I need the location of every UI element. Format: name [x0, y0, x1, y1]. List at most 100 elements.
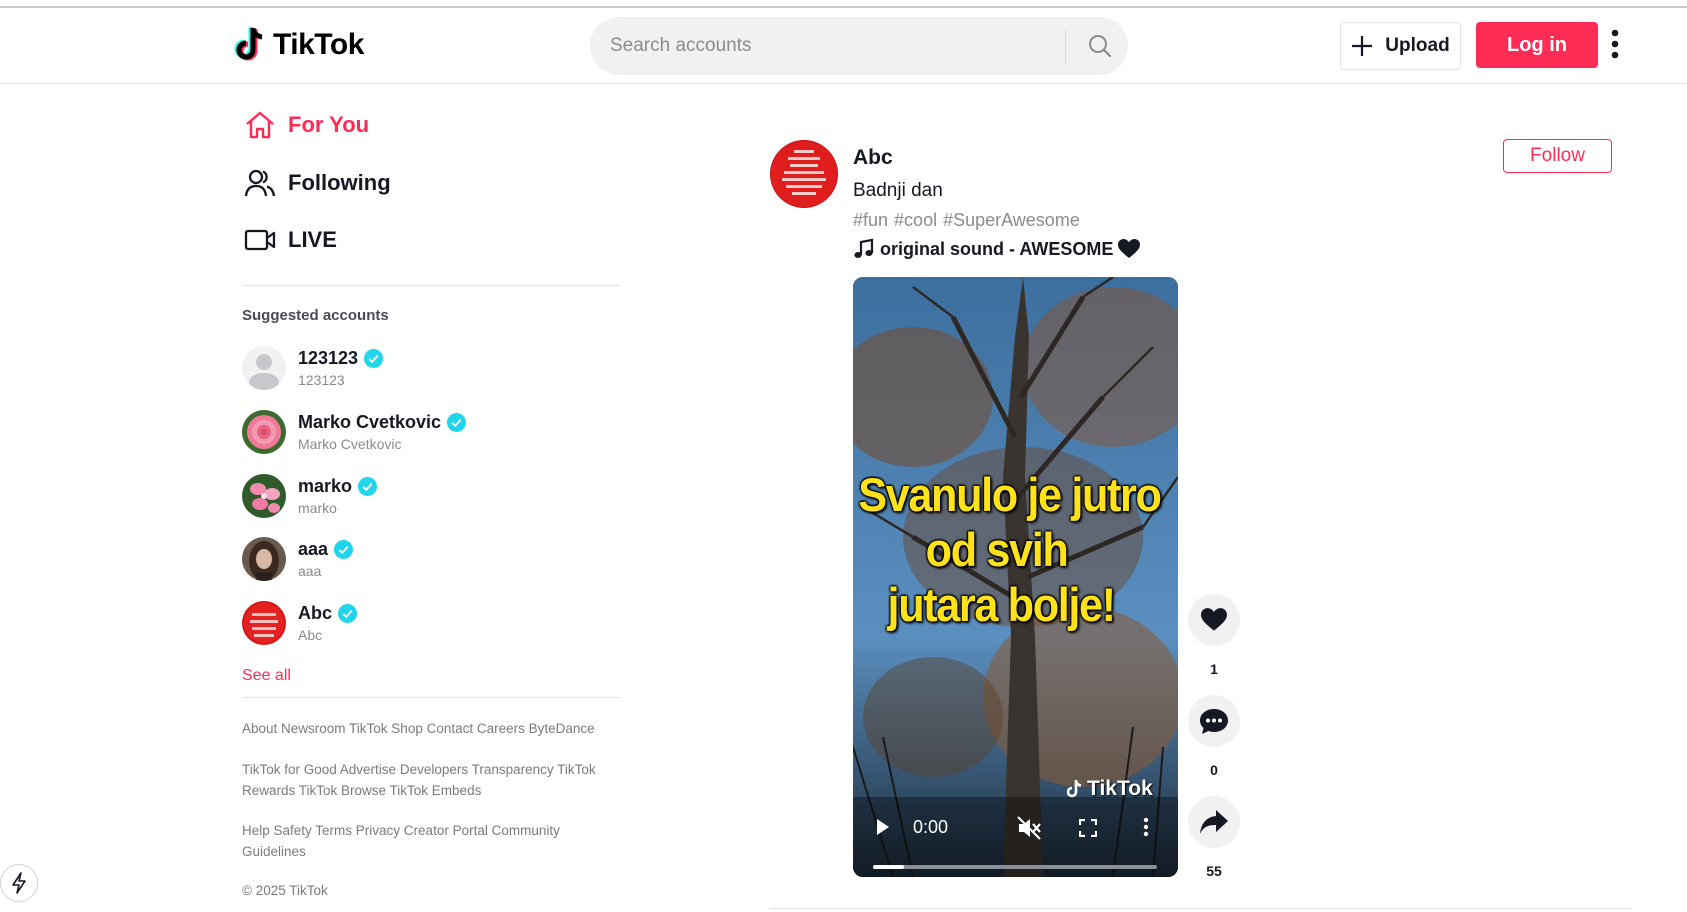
- nav-for-you-label: For You: [288, 112, 370, 137]
- search-button[interactable]: [1072, 17, 1128, 75]
- logo-text: TikTok: [273, 28, 364, 61]
- login-button[interactable]: Log in: [1476, 22, 1598, 68]
- video-time: 0:00: [913, 817, 949, 837]
- video-menu-button[interactable]: [1143, 817, 1149, 842]
- account-name: marko: [298, 475, 353, 496]
- verified-badge-icon: [364, 348, 384, 368]
- copyright: © 2025 TikTok: [242, 883, 328, 898]
- hashtag-link[interactable]: #fun: [853, 210, 888, 231]
- like-action: 1: [1188, 594, 1240, 677]
- music-note-icon: [854, 238, 874, 258]
- like-count: 1: [1210, 661, 1218, 677]
- hashtag-link[interactable]: #cool: [894, 210, 937, 231]
- account-handle: 123123: [298, 372, 345, 388]
- nav-live[interactable]: LIVE: [244, 227, 337, 253]
- verified-badge-icon: [334, 539, 354, 559]
- sound-name: original sound - AWESOME: [880, 238, 1114, 259]
- comment-button[interactable]: [1188, 695, 1240, 747]
- live-video-icon: [244, 229, 276, 251]
- tiktok-note-icon: [1067, 780, 1082, 798]
- lightning-icon: [12, 872, 26, 894]
- account-name: 123123: [298, 347, 359, 368]
- play-icon: [877, 819, 889, 835]
- overlay-line: jutara bolje!: [887, 578, 1117, 631]
- overlay-line: Svanulo je jutro: [858, 468, 1162, 521]
- vertical-dots-icon: [1143, 817, 1149, 837]
- avatar: [242, 346, 286, 390]
- top-header: TikTok Upload Log in: [0, 8, 1687, 84]
- nav-following-label: Following: [288, 170, 391, 195]
- more-options-button[interactable]: [1605, 26, 1625, 62]
- nav-following[interactable]: Following: [244, 168, 391, 198]
- account-name: Marko Cvetkovic: [298, 411, 442, 432]
- plus-icon: [1352, 36, 1373, 56]
- video-progress-bar[interactable]: [873, 865, 1157, 869]
- upload-button[interactable]: Upload: [1340, 22, 1461, 70]
- upload-label: Upload: [1385, 35, 1450, 56]
- footer-links-terms[interactable]: Help Safety Terms Privacy Creator Portal…: [242, 820, 602, 862]
- tiktok-logo[interactable]: TikTok: [233, 25, 364, 65]
- mute-button[interactable]: [1016, 815, 1042, 846]
- post-author-name[interactable]: Abc: [853, 146, 893, 170]
- comment-bubble-icon: [1200, 709, 1228, 734]
- suggested-account-marko-cvetkovic[interactable]: Marko Cvetkovic Marko Cvetkovic: [242, 410, 467, 454]
- video-overlay-text: Svanulo je jutro od svih jutara bolje!: [853, 467, 1166, 632]
- tiktok-note-icon: [234, 27, 263, 61]
- post-caption: Badnji dan: [853, 180, 943, 201]
- vertical-dots-icon: [1611, 29, 1619, 59]
- account-name: aaa: [298, 538, 329, 559]
- verified-badge-icon: [358, 476, 378, 496]
- hashtag-link[interactable]: #SuperAwesome: [943, 210, 1080, 231]
- avatar: [242, 601, 286, 645]
- verified-badge-icon: [447, 412, 467, 432]
- fullscreen-button[interactable]: [1078, 818, 1098, 842]
- post-sound[interactable]: original sound - AWESOME: [853, 238, 1141, 260]
- video-controls: 0:00: [853, 797, 1178, 877]
- footer-links-programs[interactable]: TikTok for Good Advertise Developers Tra…: [242, 759, 602, 801]
- comment-action: 0: [1188, 695, 1240, 778]
- heart-icon: [1201, 608, 1227, 631]
- suggested-account-aaa[interactable]: aaa aaa: [242, 537, 354, 581]
- share-button[interactable]: [1188, 796, 1240, 848]
- share-arrow-icon: [1200, 810, 1228, 834]
- account-handle: Abc: [298, 627, 323, 643]
- overlay-line: od svih: [925, 523, 1069, 576]
- video-player[interactable]: Svanulo je jutro od svih jutara bolje! T…: [853, 277, 1178, 877]
- account-handle: Marko Cvetkovic: [298, 436, 402, 452]
- users-icon: [244, 169, 276, 197]
- post-author-avatar[interactable]: [770, 140, 838, 208]
- comment-count: 0: [1210, 762, 1218, 778]
- avatar: [242, 474, 286, 518]
- fullscreen-icon: [1078, 818, 1098, 838]
- follow-button[interactable]: Follow: [1503, 139, 1612, 173]
- quick-action-button[interactable]: [0, 864, 38, 902]
- see-all-link[interactable]: See all: [242, 667, 291, 685]
- footer-links-company[interactable]: About Newsroom TikTok Shop Contact Caree…: [242, 718, 602, 739]
- avatar: [242, 410, 286, 454]
- nav-live-label: LIVE: [288, 227, 337, 252]
- sidebar-divider: [242, 697, 620, 698]
- like-button[interactable]: [1188, 594, 1240, 646]
- sidebar-divider: [242, 285, 620, 286]
- suggested-account-123123[interactable]: 123123 123123: [242, 346, 384, 390]
- search-icon: [1089, 35, 1112, 58]
- verified-badge-icon: [338, 603, 358, 623]
- account-handle: marko: [298, 500, 337, 516]
- nav-for-you[interactable]: For You: [244, 110, 369, 140]
- suggested-accounts-title: Suggested accounts: [242, 307, 389, 324]
- avatar: [242, 537, 286, 581]
- speaker-muted-icon: [1017, 816, 1041, 840]
- suggested-account-abc[interactable]: Abc Abc: [242, 601, 358, 645]
- home-icon: [246, 111, 274, 139]
- search-input[interactable]: [610, 17, 1040, 75]
- play-button[interactable]: [875, 817, 891, 842]
- post-hashtags: #fun #cool #SuperAwesome: [853, 210, 1080, 231]
- share-count: 55: [1206, 863, 1222, 879]
- share-action: 55: [1188, 796, 1240, 879]
- feed-divider: [770, 908, 1632, 909]
- heart-icon: [1118, 239, 1141, 258]
- search-bar: [590, 17, 1128, 75]
- account-handle: aaa: [298, 563, 322, 579]
- suggested-account-marko[interactable]: marko marko: [242, 474, 378, 518]
- account-name: Abc: [298, 602, 333, 623]
